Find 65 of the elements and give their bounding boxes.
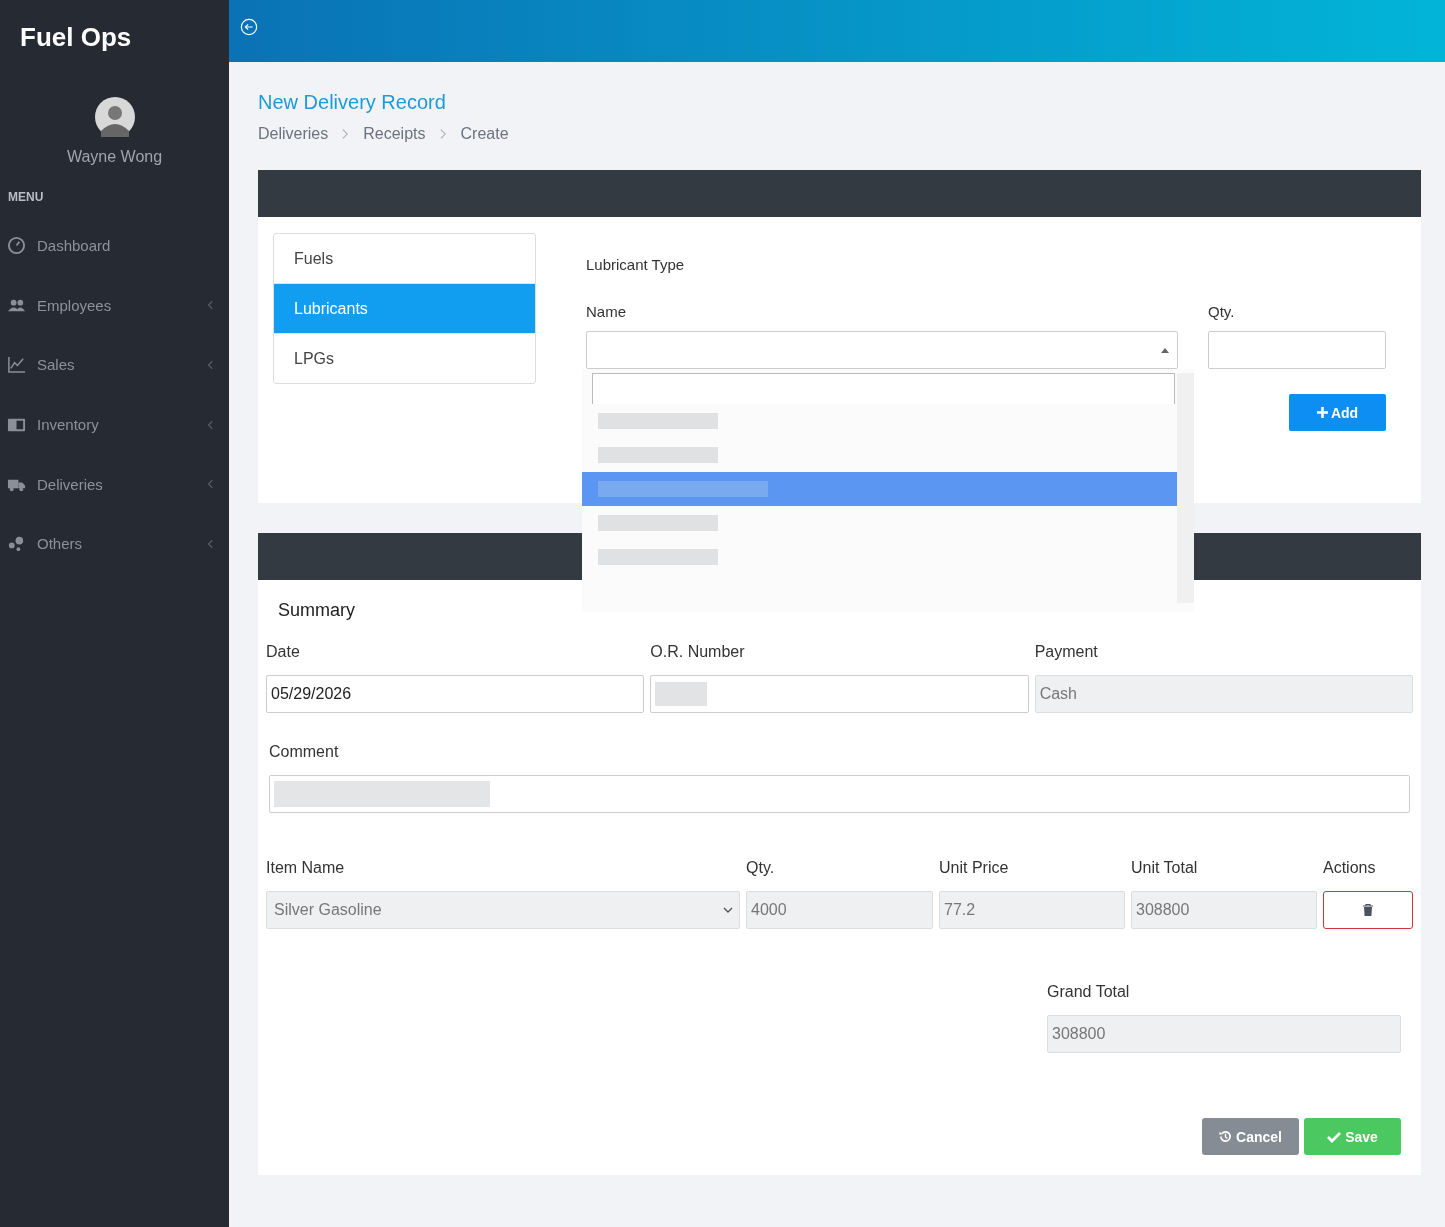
- menu-heading: MENU: [7, 189, 45, 204]
- field-label: O.R. Number: [650, 643, 746, 661]
- section-label: Lubricant Type: [586, 256, 686, 273]
- chevron-icon: [207, 360, 213, 370]
- field-label: Date: [266, 643, 301, 661]
- chevron-icon: [342, 128, 350, 140]
- input-field: Cash: [1034, 675, 1413, 713]
- category-tab[interactable]: Fuels: [274, 234, 535, 283]
- blurred-text: [655, 682, 708, 706]
- column-header: Unit Price: [939, 859, 1010, 877]
- delete-button[interactable]: [1323, 891, 1413, 929]
- item-select[interactable]: Silver Gasoline: [266, 891, 740, 929]
- qty-field[interactable]: [1208, 331, 1386, 369]
- field-label: Payment: [1034, 643, 1099, 661]
- back-icon[interactable]: [240, 18, 258, 36]
- input-field[interactable]: [650, 675, 1029, 713]
- check-icon: [1327, 1130, 1342, 1143]
- column-header: Item Name: [266, 859, 346, 877]
- caret-icon: [1161, 347, 1169, 353]
- app-title: Fuel Ops: [19, 21, 133, 54]
- chevron-icon: [207, 419, 213, 430]
- nav-item[interactable]: Dashboard: [0, 216, 229, 276]
- history-icon: [1219, 1130, 1233, 1143]
- input-field: 77.2: [939, 891, 1125, 929]
- field-label: Comment: [269, 743, 340, 761]
- category-tab[interactable]: LPGs: [274, 333, 535, 383]
- page-title: New Delivery Record: [258, 91, 447, 114]
- dropdown-option[interactable]: [582, 472, 1177, 506]
- category-tab[interactable]: Lubricants: [274, 283, 535, 333]
- field-label: Grand Total: [1047, 983, 1131, 1001]
- chevron-icon: [723, 907, 733, 913]
- column-header: Unit Total: [1131, 859, 1199, 877]
- chevron-icon: [207, 479, 213, 490]
- gauge-icon: [7, 236, 26, 256]
- dots-icon: [7, 534, 26, 554]
- nav-item[interactable]: Sales: [0, 335, 229, 395]
- breadcrumb-link[interactable]: Receipts: [363, 125, 426, 143]
- nav-item[interactable]: Deliveries: [0, 454, 229, 514]
- column-header: Qty.: [746, 859, 776, 877]
- name-select[interactable]: [586, 331, 1178, 369]
- field-label: Name: [586, 303, 627, 320]
- nav-item[interactable]: Inventory: [0, 394, 229, 455]
- input-field: 308800: [1131, 891, 1317, 929]
- nav-item[interactable]: Others: [0, 513, 229, 574]
- chevron-icon: [207, 538, 213, 549]
- cancel-button[interactable]: Cancel: [1202, 1118, 1299, 1155]
- trash-icon: [1363, 904, 1373, 916]
- breadcrumb-link[interactable]: Deliveries: [258, 125, 329, 143]
- grand-total-field: 308800: [1047, 1015, 1401, 1053]
- chevron-icon: [207, 300, 213, 311]
- plus-icon: [1316, 407, 1328, 418]
- breadcrumb-link[interactable]: Create: [460, 125, 509, 143]
- add-button[interactable]: Add: [1289, 394, 1386, 431]
- search-field[interactable]: [592, 373, 1175, 404]
- chevron-icon: [439, 128, 447, 140]
- line-chart-icon: [7, 355, 26, 375]
- comment-field[interactable]: [269, 775, 1410, 813]
- nav-item[interactable]: Employees: [0, 275, 229, 336]
- column-header: Actions: [1323, 859, 1377, 877]
- avatar: [94, 97, 135, 137]
- section-title: Summary: [278, 600, 356, 621]
- user-name: Wayne Wong: [66, 148, 163, 166]
- field-label: Qty.: [1208, 303, 1235, 320]
- input-field: 4000: [746, 891, 933, 929]
- input-field[interactable]: 05/29/2026: [266, 675, 645, 713]
